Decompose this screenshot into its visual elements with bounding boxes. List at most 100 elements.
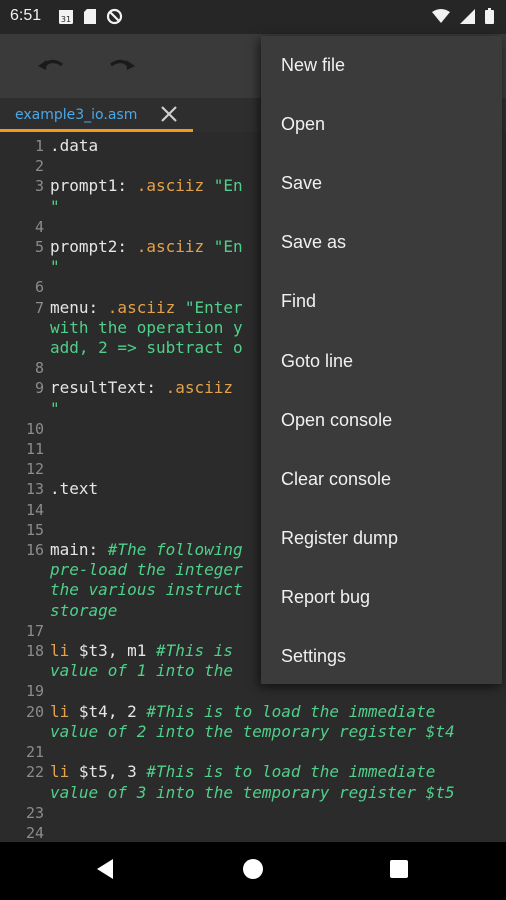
line-text: li $t5, 3 #This is to load the immediate xyxy=(50,762,435,782)
line-number: 18 xyxy=(25,642,44,661)
code-token: .asciiz xyxy=(107,297,185,317)
sd-card-icon xyxy=(83,8,97,29)
line-number: 17 xyxy=(25,621,44,640)
menu-item-save[interactable]: Save xyxy=(261,154,502,213)
wifi-icon xyxy=(432,8,450,28)
line-number: 21 xyxy=(25,743,44,762)
code-token: prompt1: xyxy=(50,176,137,196)
code-line: 20 li $t4, 2 #This is to load the immedia… xyxy=(0,702,506,722)
menu-item-clear-console[interactable]: Clear console xyxy=(261,450,502,509)
signal-icon xyxy=(460,8,475,28)
menu-item-register-dump[interactable]: Register dump xyxy=(261,509,502,568)
code-token: main: xyxy=(50,540,108,560)
line-number: 16 xyxy=(25,541,44,560)
status-left-icons: 31 xyxy=(58,8,123,29)
menu-item-find[interactable]: Find xyxy=(261,272,502,331)
recents-square-icon xyxy=(389,859,409,883)
line-number xyxy=(0,722,50,742)
code-token: menu: xyxy=(50,297,108,317)
home-circle-icon xyxy=(242,858,264,884)
overflow-menu: New file Open Save Save as Find Goto lin… xyxy=(261,36,502,684)
code-token: with the operation y xyxy=(50,317,243,337)
code-token: #This is to load the immediate xyxy=(146,762,436,782)
code-token: .text xyxy=(50,479,99,499)
code-token: li xyxy=(50,701,79,721)
menu-item-goto-line[interactable]: Goto line xyxy=(261,331,502,390)
line-text: pre-load the integer xyxy=(50,560,243,580)
menu-item-report-bug[interactable]: Report bug xyxy=(261,568,502,627)
menu-item-save-as[interactable]: Save as xyxy=(261,213,502,272)
line-number: 2 xyxy=(34,157,44,176)
home-button[interactable] xyxy=(236,854,270,888)
code-token: "Enter xyxy=(184,297,243,317)
line-number: 8 xyxy=(34,359,44,378)
line-number: 6 xyxy=(34,278,44,297)
line-number xyxy=(0,560,50,580)
menu-item-open[interactable]: Open xyxy=(261,95,502,154)
line-number: 3 xyxy=(34,177,44,196)
line-text: resultText: .asciiz xyxy=(50,378,233,398)
line-text: prompt1: .asciiz "En xyxy=(50,176,243,196)
calendar-day: 31 xyxy=(61,15,71,24)
code-token: value of 2 into the temporary register $… xyxy=(50,721,455,741)
menu-item-settings[interactable]: Settings xyxy=(261,627,502,686)
code-line: 24 xyxy=(0,823,506,842)
menu-item-new-file[interactable]: New file xyxy=(261,36,502,95)
code-token: prompt2: xyxy=(50,237,137,257)
calendar-icon: 31 xyxy=(58,8,74,29)
back-triangle-icon xyxy=(95,858,115,884)
line-number: 20 xyxy=(25,702,44,721)
code-token: $t5 xyxy=(78,762,108,782)
line-number: 23 xyxy=(25,803,44,822)
line-text: prompt2: .asciiz "En xyxy=(50,237,243,257)
code-token: li xyxy=(50,762,79,782)
redo-button[interactable] xyxy=(104,48,140,84)
line-text: value of 3 into the temporary register $… xyxy=(50,783,455,803)
line-text: " xyxy=(50,399,60,419)
code-token: "En xyxy=(213,176,243,196)
code-token: the various instruct xyxy=(50,580,243,600)
line-number: 11 xyxy=(25,440,44,459)
redo-icon xyxy=(108,55,136,77)
line-text: main: #The following xyxy=(50,540,243,560)
line-text: .text xyxy=(50,479,98,499)
line-text: storage xyxy=(50,601,117,621)
line-text: .data xyxy=(50,136,98,156)
line-text: add, 2 => subtract o xyxy=(50,338,243,358)
code-token: " xyxy=(50,257,60,277)
code-token: value of 1 into the xyxy=(50,661,234,681)
tab-label: example3_io.asm xyxy=(15,107,138,123)
line-number: 5 xyxy=(34,238,44,257)
battery-icon xyxy=(485,8,494,28)
code-token: #This is xyxy=(155,641,234,661)
line-number xyxy=(0,257,50,277)
back-button[interactable] xyxy=(88,854,122,888)
code-token: #This is to load the immediate xyxy=(146,701,436,721)
code-line: 22 li $t5, 3 #This is to load the immedia… xyxy=(0,762,506,782)
line-number xyxy=(0,318,50,338)
line-text: with the operation y xyxy=(50,318,243,338)
line-number xyxy=(0,197,50,217)
recents-button[interactable] xyxy=(382,854,416,888)
line-number: 4 xyxy=(34,217,44,236)
line-number: 15 xyxy=(25,520,44,539)
code-token: .asciiz xyxy=(136,176,214,196)
code-token: li xyxy=(50,641,79,661)
code-token: , m1 xyxy=(107,641,156,661)
line-number: 12 xyxy=(25,460,44,479)
line-text: value of 1 into the xyxy=(50,661,233,681)
line-number xyxy=(0,601,50,621)
tab-example3-io[interactable]: example3_io.asm xyxy=(0,98,193,132)
undo-button[interactable] xyxy=(33,48,69,84)
undo-icon xyxy=(37,55,65,77)
line-number: 19 xyxy=(25,682,44,701)
line-number: 7 xyxy=(34,298,44,317)
code-line: value of 3 into the temporary register $… xyxy=(0,783,506,803)
line-number: 22 xyxy=(25,763,44,782)
close-icon[interactable] xyxy=(158,103,180,125)
line-text: li $t4, 2 #This is to load the immediate xyxy=(50,702,435,722)
line-number xyxy=(0,580,50,600)
line-text: " xyxy=(50,197,60,217)
status-time: 6:51 xyxy=(10,7,42,24)
menu-item-open-console[interactable]: Open console xyxy=(261,391,502,450)
